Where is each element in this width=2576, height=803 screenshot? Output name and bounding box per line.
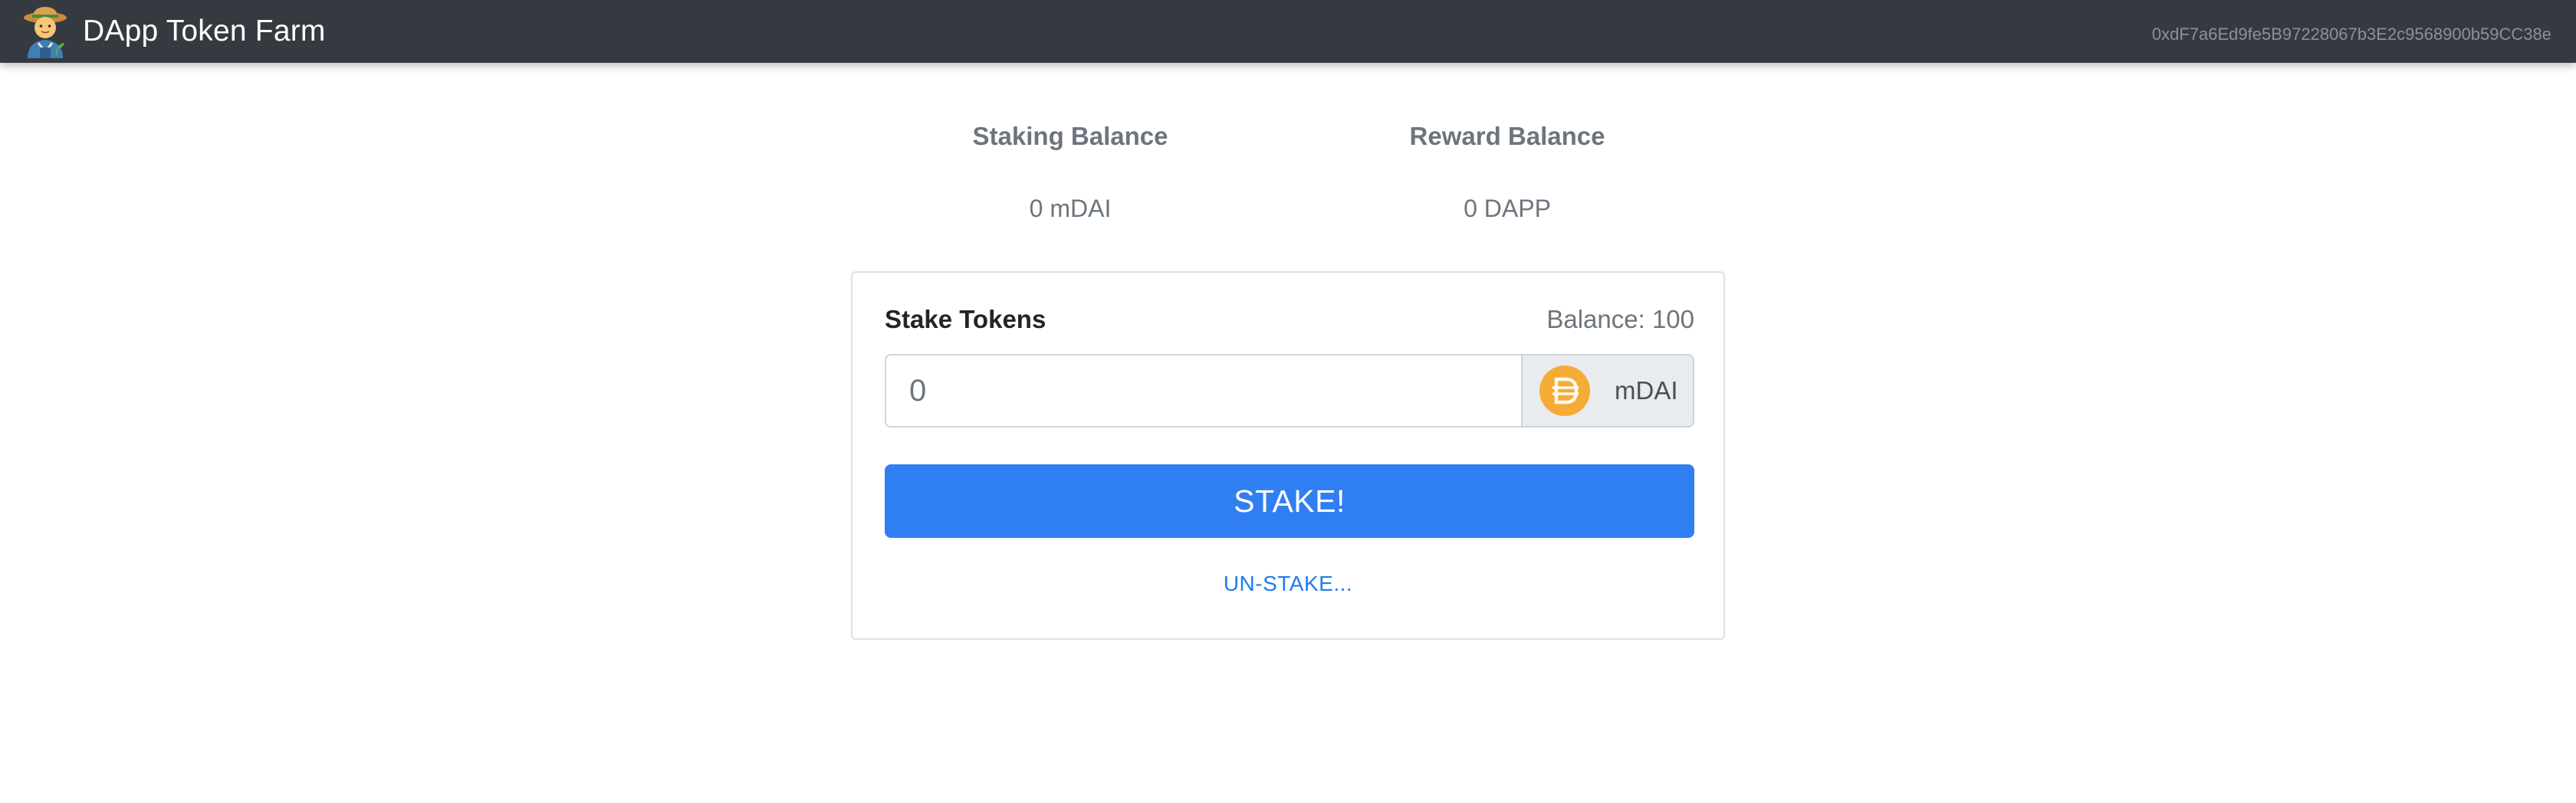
staking-balance-label: Staking Balance — [972, 122, 1168, 150]
wallet-balance-label: Balance: — [1546, 305, 1652, 333]
staking-balance-column: Staking Balance 0 mDAI — [871, 115, 1270, 230]
account-address: 0xdF7a6Ed9fe5B97228067b3E2c9568900b59CC3… — [2151, 25, 2551, 44]
unstake-link[interactable]: UN-STAKE... — [853, 572, 1723, 596]
token-symbol: mDAI — [1615, 376, 1678, 405]
stake-amount-input[interactable] — [885, 354, 1521, 428]
staking-balance-value: 0 mDAI — [1029, 195, 1112, 222]
stake-button[interactable]: STAKE! — [885, 464, 1694, 538]
farmer-emoji-icon — [24, 7, 67, 58]
brand-title: DApp Token Farm — [83, 15, 326, 48]
reward-balance-column: Reward Balance 0 DAPP — [1308, 115, 1707, 230]
stake-tokens-title: Stake Tokens — [885, 305, 1046, 333]
balances-section: Staking Balance 0 mDAI Reward Balance 0 … — [0, 115, 2576, 230]
navbar: DApp Token Farm 0xdF7a6Ed9fe5B97228067b3… — [0, 0, 2576, 63]
brand-link[interactable]: DApp Token Farm — [21, 5, 326, 58]
wallet-balance: Balance: 100 — [1546, 305, 1694, 334]
dai-coin-icon — [1539, 365, 1590, 416]
reward-balance-value: 0 DAPP — [1464, 195, 1551, 222]
stake-input-group: mDAI — [885, 354, 1694, 428]
token-append: mDAI — [1521, 354, 1694, 428]
reward-balance-label: Reward Balance — [1409, 122, 1605, 150]
stake-card-header: Stake Tokens Balance: 100 — [885, 299, 1694, 342]
wallet-balance-value: 100 — [1651, 305, 1694, 333]
stake-card: Stake Tokens Balance: 100 mDAI STAKE! UN… — [851, 271, 1725, 640]
